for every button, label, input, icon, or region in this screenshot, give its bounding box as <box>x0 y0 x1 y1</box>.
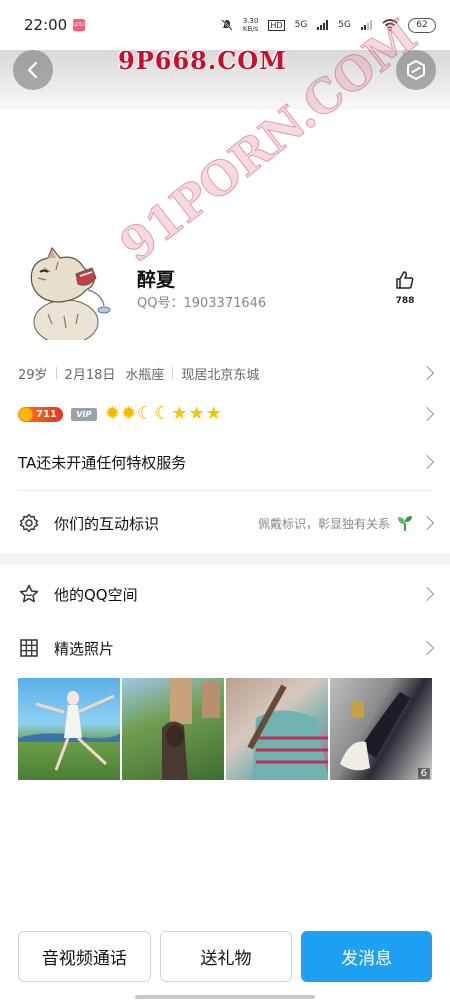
status-time: 22:00 <box>24 16 68 34</box>
photo-thumbnail[interactable]: 6 <box>330 678 432 780</box>
photo-3-image <box>247 684 328 780</box>
section-gap <box>0 553 450 565</box>
age: 29岁 <box>18 367 48 383</box>
grid-icon <box>18 637 40 659</box>
interaction-hint: 佩戴标识，彰显独有关系 <box>258 514 414 532</box>
chevron-right-icon <box>419 515 435 531</box>
gear-icon <box>18 512 40 534</box>
back-button[interactable] <box>13 50 53 90</box>
network-speed: 3.30 KB/s <box>243 17 259 33</box>
sun-level-icon: ✹ <box>120 403 137 424</box>
chevron-right-icon <box>419 454 435 470</box>
signal-icon <box>317 20 329 30</box>
coin-count: 711 <box>36 408 57 420</box>
location: 现居北京东城 <box>181 367 260 383</box>
qzone-label: 他的QQ空间 <box>54 585 138 604</box>
send-message-button[interactable]: 发消息 <box>301 931 433 982</box>
network-type-1: 5G <box>294 20 308 30</box>
sun-level-icon: ✹ <box>104 403 120 424</box>
chevron-right-icon <box>419 406 435 422</box>
profile-info-row[interactable]: 29岁 2月18日 水瓶座 现居北京东城 <box>18 362 435 384</box>
moon-level-icon: ☾ <box>137 403 154 424</box>
moon-level-icon: ☾ <box>154 403 171 424</box>
photo-gallery: 6 <box>18 678 432 780</box>
like-button[interactable]: 788 <box>390 270 420 306</box>
divider <box>55 367 57 379</box>
mute-icon <box>221 19 233 31</box>
home-indicator[interactable] <box>135 995 315 999</box>
privilege-text: TA还未开通任何特权服务 <box>18 453 187 472</box>
avatar[interactable] <box>18 244 118 340</box>
badge-row[interactable]: 711 VIP ✹ ✹ ☾ ☾ ★ ★ ★ <box>18 402 435 426</box>
nickname: 醉夏 <box>137 269 176 291</box>
zodiac: 水瓶座 <box>125 367 165 383</box>
interaction-label: 你们的互动标识 <box>54 514 160 533</box>
watermark-top: 9P668.COM <box>118 46 287 75</box>
photo-thumbnail[interactable] <box>18 678 120 780</box>
star-level-icon: ★ <box>171 403 188 424</box>
qq-number: QQ号：1903371646 <box>137 296 267 311</box>
chevron-right-icon <box>419 586 435 602</box>
photo-thumbnail[interactable] <box>226 678 328 780</box>
divider <box>18 490 432 491</box>
chevron-right-icon <box>419 640 435 656</box>
star-level-icon: ★ <box>188 403 205 424</box>
star-outline-icon <box>18 583 40 605</box>
interaction-mark-row[interactable]: 你们的互动标识 佩戴标识，彰显独有关系 <box>18 510 435 536</box>
coin-icon <box>18 406 33 422</box>
photo-thumbnail[interactable] <box>122 678 224 780</box>
coin-badge: 711 <box>18 406 63 422</box>
vip-badge: VIP <box>70 407 97 421</box>
sprout-icon <box>398 516 412 531</box>
hd-icon: HD <box>268 19 285 31</box>
photo-4-image <box>340 692 410 771</box>
send-gift-button[interactable]: 送礼物 <box>159 931 293 982</box>
photo-2-image <box>162 678 220 780</box>
photos-label: 精选照片 <box>54 639 115 658</box>
app-notification-icon: LOLO <box>73 19 86 31</box>
thumbs-up-icon <box>396 271 414 289</box>
photos-row[interactable]: 精选照片 <box>18 635 435 661</box>
qzone-row[interactable]: 他的QQ空间 <box>18 581 435 607</box>
like-count: 788 <box>395 296 415 306</box>
interaction-hint-text: 佩戴标识，彰显独有关系 <box>257 516 390 531</box>
chevron-left-icon <box>27 61 38 79</box>
bottom-action-bar: 音视频通话 送礼物 发消息 <box>18 931 433 982</box>
photo-count-badge: 6 <box>417 768 430 779</box>
battery-icon: 62 <box>408 17 436 33</box>
qq-level-icons: ✹ ✹ ☾ ☾ ★ ★ ★ <box>105 404 222 424</box>
birthday: 2月18日 <box>64 367 116 383</box>
divider <box>172 367 174 379</box>
privilege-row[interactable]: TA还未开通任何特权服务 <box>18 451 435 473</box>
network-speed-value: 3.30 <box>242 17 259 25</box>
video-call-button[interactable]: 音视频通话 <box>18 931 151 982</box>
star-level-icon: ★ <box>205 403 222 424</box>
photo-1-image <box>18 691 120 771</box>
network-speed-unit: KB/s <box>242 25 259 33</box>
network-type-2: 5G <box>338 20 351 30</box>
chevron-right-icon <box>419 365 435 381</box>
cat-avatar-image <box>30 246 111 340</box>
